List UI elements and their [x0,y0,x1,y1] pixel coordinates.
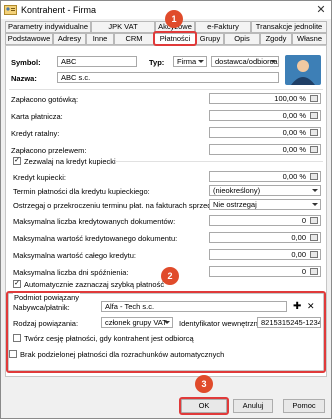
karta-field[interactable]: 0,00 % [209,110,321,121]
tab-e-faktury[interactable]: e-Faktury [195,21,251,33]
przelew-field[interactable]: 0,00 % [209,144,321,155]
gotowka-value: 100,00 % [274,94,306,103]
ostrzegaj-label: Ostrzegaj o przekroczeniu terminu płat. … [13,201,226,210]
zezwalaj-label: Zezwalaj na kredyt kupiecki [24,157,116,166]
chevron-down-icon [270,60,276,63]
karta-label: Karta płatnicza: [11,112,63,121]
chevron-down-icon [198,60,204,63]
max-doc-label: Maksymalna wartość kredytowanego dokumen… [13,234,178,243]
window-title: Kontrahent - Firma [21,5,97,15]
max-count-value: 0 [301,216,306,225]
calculator-icon[interactable] [310,95,318,102]
termin-value: (nieokreślony) [213,186,261,195]
tab-wlasne[interactable]: Własne [292,33,327,45]
karta-value: 0,00 % [282,111,306,120]
max-days-label: Maksymalna liczba dni spóźnienia: [13,268,129,277]
max-days-field[interactable]: 0 [209,266,321,277]
termin-select[interactable]: (nieokreślony) [209,185,321,196]
person-icon [291,60,315,85]
symbol-label: Symbol: [11,58,41,67]
nazwa-field[interactable]: ABC s.c. [57,72,279,83]
max-total-value: 0,00 [291,250,306,259]
max-doc-field[interactable]: 0,00 [209,232,321,243]
tab-adresy[interactable]: Adresy [53,33,86,45]
tab-opis[interactable]: Opis [224,33,260,45]
ostrzegaj-value: Nie ostrzegaj [213,200,257,209]
step-badge-3: 3 [195,375,213,393]
highlight-platnosci-tab [153,31,197,46]
chevron-down-icon [312,189,318,192]
calculator-icon[interactable] [310,234,318,241]
calculator-icon[interactable] [310,146,318,153]
nazwa-label: Nazwa: [11,74,37,83]
rola-value: dostawca/odbiorca [215,57,278,66]
anuluj-button[interactable]: Anuluj [233,399,273,413]
kredyt-kupiecki-field[interactable]: 0,00 % [209,171,321,182]
tab-jpk-vat[interactable]: JPK VAT [91,21,155,33]
przelew-value: 0,00 % [282,145,306,154]
separator [115,161,323,162]
calculator-icon[interactable] [310,268,318,275]
step-badge-2: 2 [161,267,179,285]
calculator-icon[interactable] [310,129,318,136]
max-count-label: Maksymalna liczba kredytowanych dokument… [13,217,176,226]
gotowka-field[interactable]: 100,00 % [209,93,321,104]
rola-select[interactable]: dostawca/odbiorca [211,56,279,67]
gotowka-label: Zapłacono gotówką: [11,95,79,104]
auto-fast-payment-checkbox[interactable] [13,280,21,288]
tab-transakcje-jednolite[interactable]: Transakcje jednolite [251,21,327,33]
tab-parametry-indywidualne[interactable]: Parametry indywidualne [5,21,91,33]
symbol-field[interactable]: ABC [57,56,137,67]
calculator-icon[interactable] [310,173,318,180]
tab-inne[interactable]: Inne [86,33,114,45]
calculator-icon[interactable] [310,251,318,258]
termin-label: Termin płatności dla kredytu kupieckiego… [13,187,150,196]
kredyt-kupiecki-label: Kredyt kupiecki: [13,173,66,182]
calculator-icon[interactable] [310,217,318,224]
tab-podstawowe[interactable]: Podstawowe [5,33,53,45]
max-total-label: Maksymalna wartość całego kredytu: [13,251,136,260]
przelew-label: Zapłacono przelewem: [11,146,87,155]
avatar [285,55,321,85]
max-total-field[interactable]: 0,00 [209,249,321,260]
close-icon[interactable]: ✕ [314,3,328,17]
highlight-ok-button [179,397,229,415]
pomoc-button[interactable]: Pomoc [283,399,325,413]
tab-zgody[interactable]: Zgody [260,33,292,45]
typ-label: Typ: [149,58,165,67]
separator [9,89,323,90]
contact-card-icon [4,5,17,15]
kontrahent-dialog: Kontrahent - Firma ✕ Parametry indywidua… [0,0,332,419]
step-badge-1: 1 [165,10,183,28]
tab-crm[interactable]: CRM [114,33,154,45]
max-doc-value: 0,00 [291,233,306,242]
kredyt-ratalny-field[interactable]: 0,00 % [209,127,321,138]
kredyt-kupiecki-value: 0,00 % [282,172,306,181]
highlight-podmiot-group [6,291,326,373]
typ-select[interactable]: Firma [173,56,207,67]
zezwalaj-checkbox[interactable] [13,157,21,165]
chevron-down-icon [312,203,318,206]
kredyt-ratalny-value: 0,00 % [282,128,306,137]
max-count-field[interactable]: 0 [209,215,321,226]
typ-value: Firma [177,57,197,66]
max-days-value: 0 [301,267,306,276]
tab-grupy[interactable]: Grupy [196,33,224,45]
ostrzegaj-select[interactable]: Nie ostrzegaj [209,199,321,210]
auto-fast-payment-label: Automatycznie zaznaczaj szybką płatność [24,280,165,289]
kredyt-ratalny-label: Kredyt ratalny: [11,129,60,138]
calculator-icon[interactable] [310,112,318,119]
